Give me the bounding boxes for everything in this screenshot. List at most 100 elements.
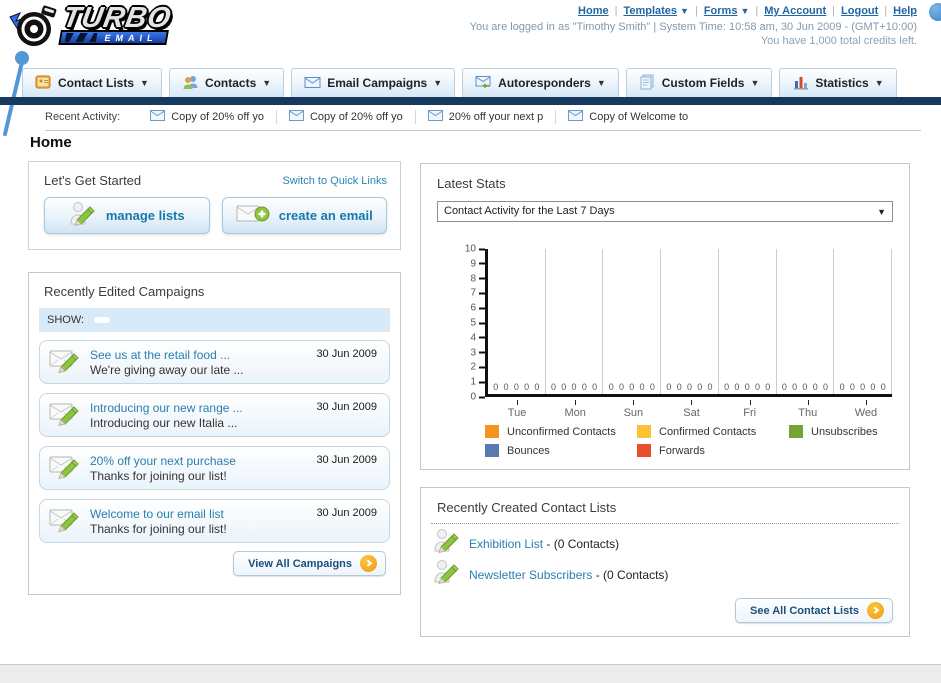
campaign-title-link[interactable]: See us at the retail food ... xyxy=(90,348,243,362)
header-link[interactable]: Help xyxy=(893,5,917,17)
legend-item: Unsubscribes xyxy=(789,425,878,438)
campaign-subtitle: We're giving away our late ... xyxy=(90,362,244,377)
recent-activity-item[interactable]: Copy of 20% off yo xyxy=(138,110,277,124)
envelope-icon xyxy=(304,74,321,90)
contact-list-link[interactable]: Exhibition List xyxy=(469,537,543,551)
manage-lists-label: manage lists xyxy=(105,208,185,223)
nav-tab-autoresponders[interactable]: Autoresponders ▼ xyxy=(462,68,619,97)
view-all-campaigns-button[interactable]: View All Campaigns xyxy=(233,551,386,576)
x-tick-label: Sun xyxy=(604,400,662,419)
header-link[interactable]: Logout xyxy=(841,5,878,17)
bar-value-label: 0 xyxy=(744,382,750,392)
campaign-filter-tab[interactable] xyxy=(94,317,111,323)
campaign-filter-bar: SHOW: xyxy=(39,308,390,332)
y-tick: 10 xyxy=(465,244,485,255)
person-pencil-icon xyxy=(69,200,97,228)
switch-quick-links-link[interactable]: Switch to Quick Links xyxy=(282,175,387,187)
legend-item: Confirmed Contacts xyxy=(637,425,789,438)
envelope-icon xyxy=(288,110,304,121)
person-pencil-icon xyxy=(433,558,461,586)
campaign-title-link[interactable]: Introducing our new range ... xyxy=(90,401,243,415)
campaigns-title: Recently Edited Campaigns xyxy=(44,284,205,299)
create-email-button[interactable]: create an email xyxy=(221,197,387,234)
manage-lists-button[interactable]: manage lists xyxy=(44,197,210,234)
nav-tab-email-campaigns[interactable]: Email Campaigns ▼ xyxy=(291,68,456,97)
x-tick-label: Mon xyxy=(546,400,604,419)
chevron-down-icon: ▼ xyxy=(877,207,886,217)
envelope-arrow-icon xyxy=(475,74,492,90)
main-nav-tabs: Contact Lists ▼ Contacts ▼ Email Campaigns ▼ A… xyxy=(22,68,897,97)
login-info: You are logged in as "Timothy Smith" | S… xyxy=(469,21,917,33)
chart-day-group: 00000 xyxy=(488,249,546,394)
latest-stats-title: Latest Stats xyxy=(437,176,506,191)
campaign-title-link[interactable]: 20% off your next purchase xyxy=(90,454,236,468)
y-tick: 4 xyxy=(470,332,485,343)
header-link[interactable]: Forms xyxy=(704,5,738,17)
bar-value-label: 0 xyxy=(870,382,876,392)
header-link[interactable]: Templates xyxy=(623,5,677,17)
app-logo[interactable]: TURBO EMAIL xyxy=(8,2,248,55)
bar-value-label: 0 xyxy=(493,382,499,392)
recent-activity-title: Recent Activity: xyxy=(45,111,121,123)
bar-value-label: 0 xyxy=(812,382,818,392)
contact-card-icon xyxy=(35,74,52,90)
y-tick: 9 xyxy=(470,258,485,269)
nav-tab-label: Email Campaigns xyxy=(327,76,428,90)
campaign-card[interactable]: Welcome to our email list Thanks for join… xyxy=(39,499,390,543)
nav-tab-custom-fields[interactable]: Custom Fields ▼ xyxy=(625,68,773,97)
bar-value-label: 0 xyxy=(802,382,808,392)
header-link-wrap: Home xyxy=(578,5,609,17)
campaign-title-link[interactable]: Welcome to our email list xyxy=(90,507,227,521)
header-link-wrap: My Account xyxy=(764,5,826,17)
campaign-date: 30 Jun 2009 xyxy=(316,401,377,413)
contact-lists-title: Recently Created Contact Lists xyxy=(437,500,617,515)
chart-y-axis: 0 1 2 3 4 5 6 7 8 9 10 xyxy=(421,244,485,403)
bar-value-label: 0 xyxy=(792,382,798,392)
nav-tab-label: Custom Fields xyxy=(661,76,745,90)
campaign-card[interactable]: Introducing our new range ... Introducing… xyxy=(39,393,390,437)
nav-tab-contacts[interactable]: Contacts ▼ xyxy=(168,68,285,97)
bar-value-label: 0 xyxy=(513,382,519,392)
view-all-campaigns-label: View All Campaigns xyxy=(248,557,352,570)
recent-activity-item[interactable]: 20% off your next p xyxy=(416,110,557,124)
contact-list-link[interactable]: Newsletter Subscribers xyxy=(469,568,592,582)
header-nav-links: Home | Templates ▼ | Forms ▼ | My Account | Logout… xyxy=(578,5,917,17)
campaign-card[interactable]: 20% off your next purchase Thanks for joi… xyxy=(39,446,390,490)
arrow-circle-icon xyxy=(867,602,884,619)
nav-divider-bar xyxy=(0,97,941,105)
chart-x-axis: Tue Mon Sun Sat Fri Thu Wed xyxy=(488,400,895,419)
campaign-card[interactable]: See us at the retail food ... We're givin… xyxy=(39,340,390,384)
y-tick: 6 xyxy=(470,303,485,314)
chevron-down-icon: ▼ xyxy=(874,78,884,88)
legend-label: Unconfirmed Contacts xyxy=(507,425,616,438)
recent-activity-item[interactable]: Copy of Welcome to xyxy=(556,110,700,124)
app-window: TURBO EMAIL Home | Templates ▼ | Forms ▼ | My Ac… xyxy=(0,0,941,683)
nav-tab-label: Contact Lists xyxy=(58,76,135,90)
recent-activity-label: Copy of 20% off yo xyxy=(309,111,403,123)
bar-value-label: 0 xyxy=(734,382,740,392)
header-link[interactable]: Home xyxy=(578,5,609,17)
see-all-contact-lists-label: See All Contact Lists xyxy=(749,604,859,617)
contact-list-item[interactable]: Newsletter Subscribers - (0 Contacts) xyxy=(433,559,909,590)
bar-value-label: 0 xyxy=(561,382,567,392)
x-tick-label: Wed xyxy=(837,400,895,419)
bar-chart-icon xyxy=(792,74,809,90)
legend-label: Confirmed Contacts xyxy=(659,425,757,438)
legend-item: Forwards xyxy=(637,444,789,457)
nav-tab-statistics[interactable]: Statistics ▼ xyxy=(779,68,897,97)
recent-activity-label: Copy of Welcome to xyxy=(589,111,689,123)
x-tick-label: Tue xyxy=(488,400,546,419)
create-email-label: create an email xyxy=(278,208,373,223)
header-link[interactable]: My Account xyxy=(764,5,826,17)
contact-list-count: - (0 Contacts) xyxy=(543,536,620,551)
contact-list-count: - (0 Contacts) xyxy=(592,567,669,582)
bar-value-label: 0 xyxy=(707,382,713,392)
chevron-down-icon: ▼ xyxy=(140,78,149,88)
get-started-panel: Let's Get Started Switch to Quick Links … xyxy=(28,161,401,250)
contact-list-item[interactable]: Exhibition List - (0 Contacts) xyxy=(433,528,909,559)
link-separator: | xyxy=(614,5,618,17)
stats-period-select[interactable]: ▼ Contact Activity for the Last 7 Days xyxy=(437,201,893,222)
see-all-contact-lists-button[interactable]: See All Contact Lists xyxy=(734,598,893,623)
nav-tab-contact-lists[interactable]: Contact Lists ▼ xyxy=(22,68,162,97)
recent-activity-item[interactable]: Copy of 20% off yo xyxy=(277,110,416,124)
